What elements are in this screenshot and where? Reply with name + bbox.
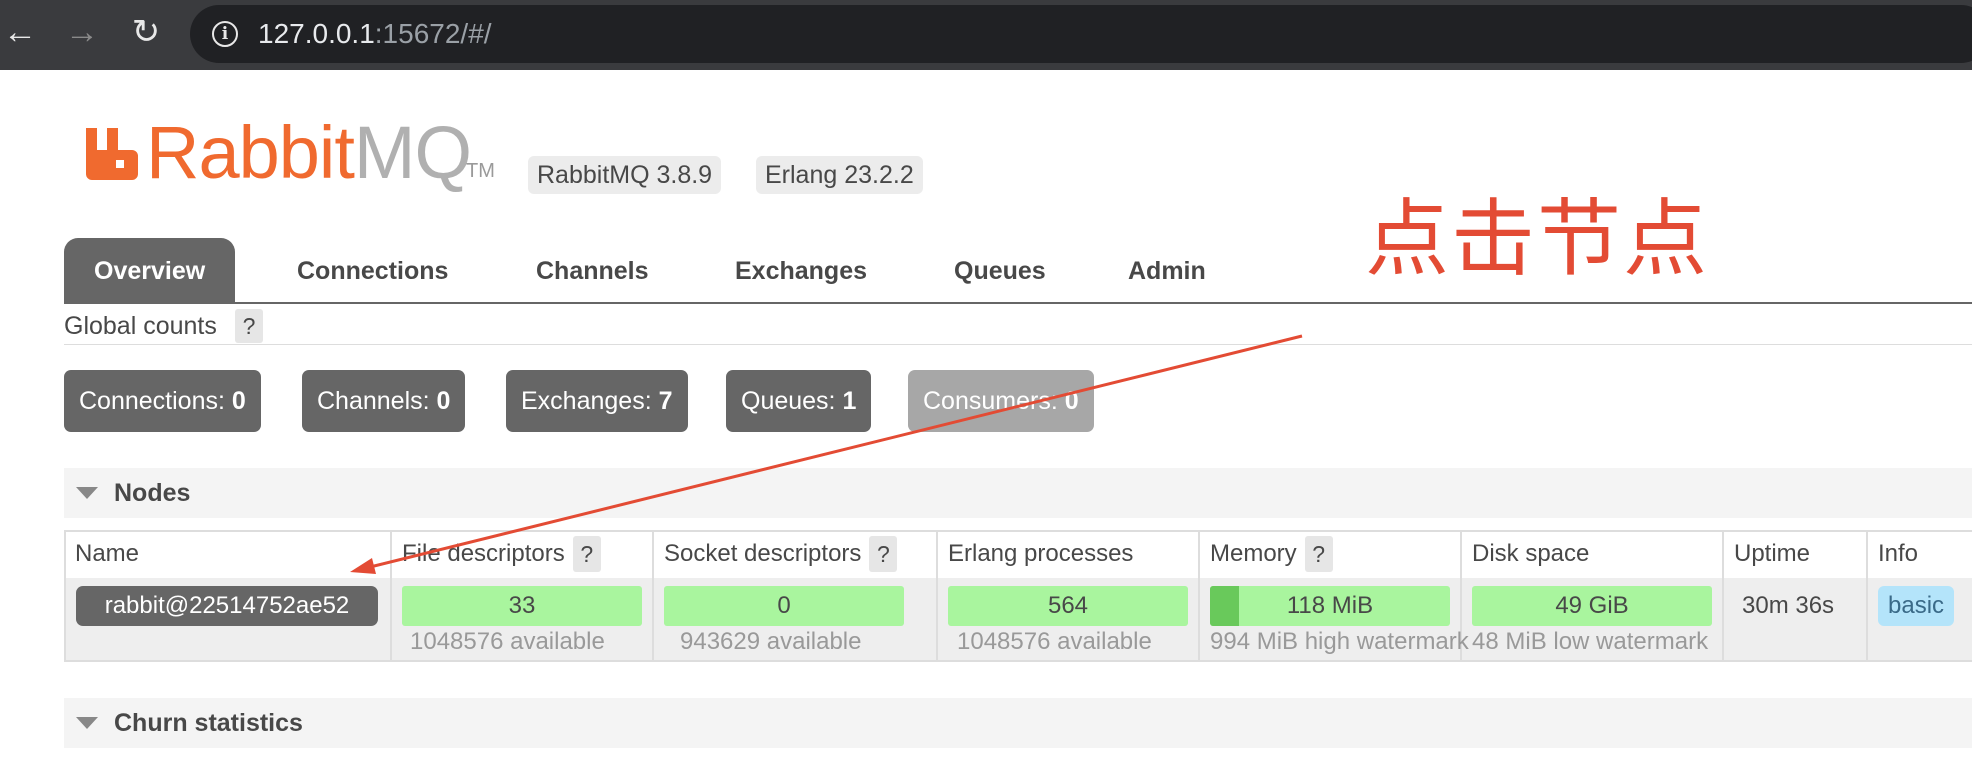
file-descriptors-help-button[interactable]: ? [572,536,601,572]
nodes-section-header[interactable]: Nodes [64,468,1972,518]
nodes-table: Name File descriptors? Socket descriptor… [64,530,1972,662]
rabbitmq-logo-icon [86,128,138,180]
browser-toolbar: ← → ↻ i 127.0.0.1:15672/#/ [0,0,1972,70]
back-arrow-icon[interactable]: ← [0,12,40,52]
socket-descriptors-bar: 0 [664,586,904,626]
column-header-uptime: Uptime [1734,540,1811,567]
erlang-version-badge: Erlang 23.2.2 [756,156,923,194]
annotation-text: 点击节点 [1365,190,1710,288]
column-divider [1198,530,1200,662]
url-path: :15672/#/ [374,18,492,49]
url-host: 127.0.0.1 [258,18,375,49]
logo-wordmark: RabbitMQ [146,111,472,194]
table-border [64,530,66,662]
reload-icon[interactable]: ↻ [126,12,166,52]
column-divider [1722,530,1724,662]
column-header-file-descriptors: File descriptors? [402,530,601,578]
socket-descriptors-available: 943629 available [680,628,862,655]
exchanges-count[interactable]: Exchanges: 7 [506,370,688,432]
column-header-memory: Memory? [1210,530,1333,578]
tab-channels[interactable]: Channels [536,238,649,304]
erlang-processes-bar: 564 [948,586,1188,626]
tab-divider [64,302,1972,304]
collapse-triangle-icon [76,487,98,499]
collapse-triangle-icon [76,717,98,729]
global-counts-divider [64,344,1972,345]
column-divider [1866,530,1868,662]
channels-count[interactable]: Channels: 0 [302,370,466,432]
global-counts-help-button[interactable]: ? [235,309,263,343]
tab-overview[interactable]: Overview [64,238,236,304]
column-header-disk-space: Disk space [1472,540,1590,567]
column-header-erlang-processes: Erlang processes [948,540,1134,567]
node-name-link[interactable]: rabbit@22514752ae52 [76,586,378,626]
column-divider [390,530,392,662]
tab-queues[interactable]: Queues [954,238,1046,304]
column-divider [652,530,654,662]
connections-count[interactable]: Connections: 0 [64,370,261,432]
global-counts-label: Global counts [64,312,217,340]
memory-bar-fill [1210,586,1239,626]
column-header-socket-descriptors: Socket descriptors? [664,530,898,578]
consumers-count[interactable]: Consumers: 0 [908,370,1094,432]
tab-admin[interactable]: Admin [1128,238,1206,304]
url-text[interactable]: 127.0.0.1:15672/#/ [258,15,492,53]
churn-section-header[interactable]: Churn statistics [64,698,1972,748]
nodes-section-title: Nodes [114,479,191,507]
rabbitmq-version-badge: RabbitMQ 3.8.9 [528,156,722,194]
column-header-info: Info [1878,540,1919,567]
tab-exchanges[interactable]: Exchanges [735,238,867,304]
uptime-value: 30m 36s [1742,592,1835,619]
erlang-processes-available: 1048576 available [957,628,1152,655]
disk-space-bar: 49 GiB [1472,586,1712,626]
column-divider [936,530,938,662]
file-descriptors-available: 1048576 available [410,628,605,655]
file-descriptors-bar: 33 [402,586,642,626]
queues-count[interactable]: Queues: 1 [726,370,872,432]
memory-watermark: 994 MiB high watermark [1210,628,1469,655]
memory-help-button[interactable]: ? [1304,536,1333,572]
tab-connections[interactable]: Connections [297,238,448,304]
info-badge-basic: basic [1878,586,1955,626]
column-header-name: Name [75,540,140,567]
forward-arrow-icon[interactable]: → [62,12,102,52]
disk-watermark: 48 MiB low watermark [1472,628,1709,655]
memory-bar: 118 MiB [1210,586,1450,626]
trademark-mark: TM [466,160,495,182]
address-bar[interactable]: i 127.0.0.1:15672/#/ [190,5,1972,63]
site-info-icon[interactable]: i [212,21,238,47]
memory-value: 118 MiB [1286,592,1374,619]
churn-section-title: Churn statistics [114,709,303,737]
socket-descriptors-help-button[interactable]: ? [869,536,898,572]
